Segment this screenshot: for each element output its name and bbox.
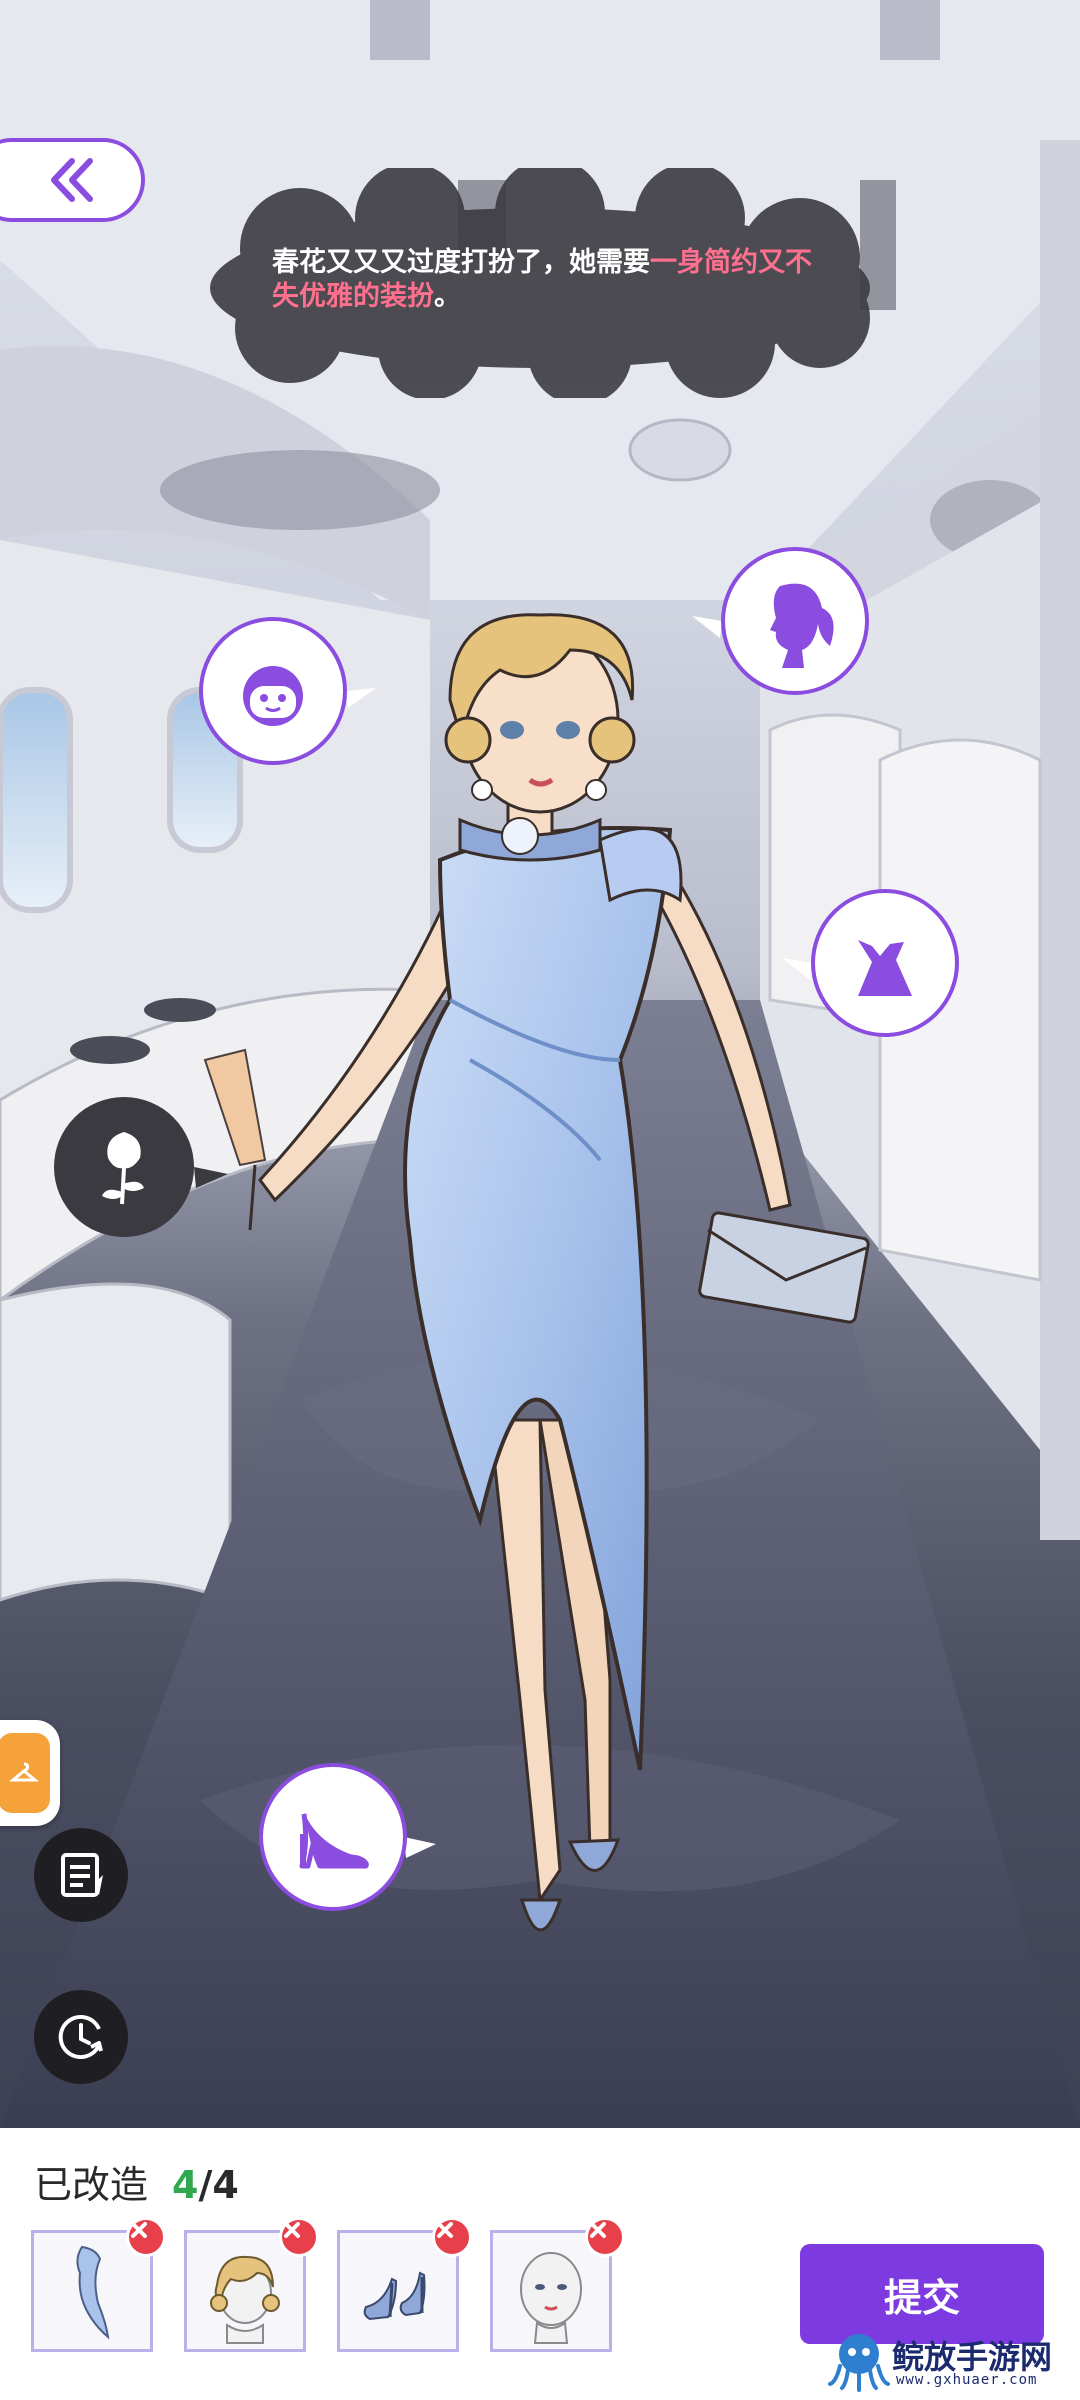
dialog-cloud: 春花又又又过度打扮了，她需要一身简约又不失优雅的装扮。 [180, 168, 900, 398]
history-button[interactable] [34, 1990, 128, 2084]
side-menu-tab[interactable] [0, 1720, 60, 1826]
clock-history-icon [58, 2015, 103, 2059]
progress-indicator: 已改造 4/4 [34, 2154, 239, 2209]
rose-icon [54, 1097, 228, 1237]
dialog-text: 春花又又又过度打扮了，她需要一身简约又不失优雅的装扮。 [272, 246, 812, 314]
progress-count: 4/4 [172, 2163, 239, 2207]
face-icon [199, 617, 376, 765]
slot-shoes[interactable] [337, 2217, 472, 2352]
site-watermark: 鲩放手游网 www.gxhuaer.com [826, 2326, 1076, 2398]
category-face-button[interactable] [198, 616, 378, 766]
progress-done: 4 [172, 2163, 199, 2207]
slot-hair[interactable] [184, 2217, 319, 2352]
close-icon [131, 2222, 147, 2238]
notes-icon [61, 1853, 103, 1897]
close-icon [284, 2222, 300, 2238]
dialog-text-end: 。 [434, 281, 461, 312]
close-icon [437, 2222, 453, 2238]
progress-label: 已改造 [34, 2163, 149, 2207]
remove-dress-button[interactable] [126, 2217, 166, 2257]
remove-hair-button[interactable] [279, 2217, 319, 2257]
remove-shoes-button[interactable] [432, 2217, 472, 2257]
category-hair-button[interactable] [690, 546, 870, 696]
close-icon [590, 2222, 606, 2238]
category-shoes-button[interactable] [258, 1762, 438, 1912]
category-accessory-button[interactable] [52, 1092, 232, 1242]
slot-dress[interactable] [31, 2217, 166, 2352]
remove-face-button[interactable] [585, 2217, 625, 2257]
watermark-url: www.gxhuaer.com [896, 2372, 1038, 2388]
progress-total: /4 [198, 2163, 239, 2207]
slot-face[interactable] [490, 2217, 625, 2352]
double-chevron-left-icon [50, 158, 93, 202]
hair-silhouette-icon [692, 547, 869, 695]
high-heel-icon [259, 1763, 436, 1911]
dress-icon [782, 889, 959, 1037]
side-tab-icon [0, 1733, 50, 1813]
dialog-text-normal: 春花又又又过度打扮了，她需要 [272, 247, 650, 278]
octopus-logo-icon [828, 2334, 890, 2392]
hanger-icon [9, 1762, 39, 1782]
category-dress-button[interactable] [780, 888, 960, 1038]
notes-button[interactable] [34, 1828, 128, 1922]
back-button[interactable] [0, 138, 145, 222]
